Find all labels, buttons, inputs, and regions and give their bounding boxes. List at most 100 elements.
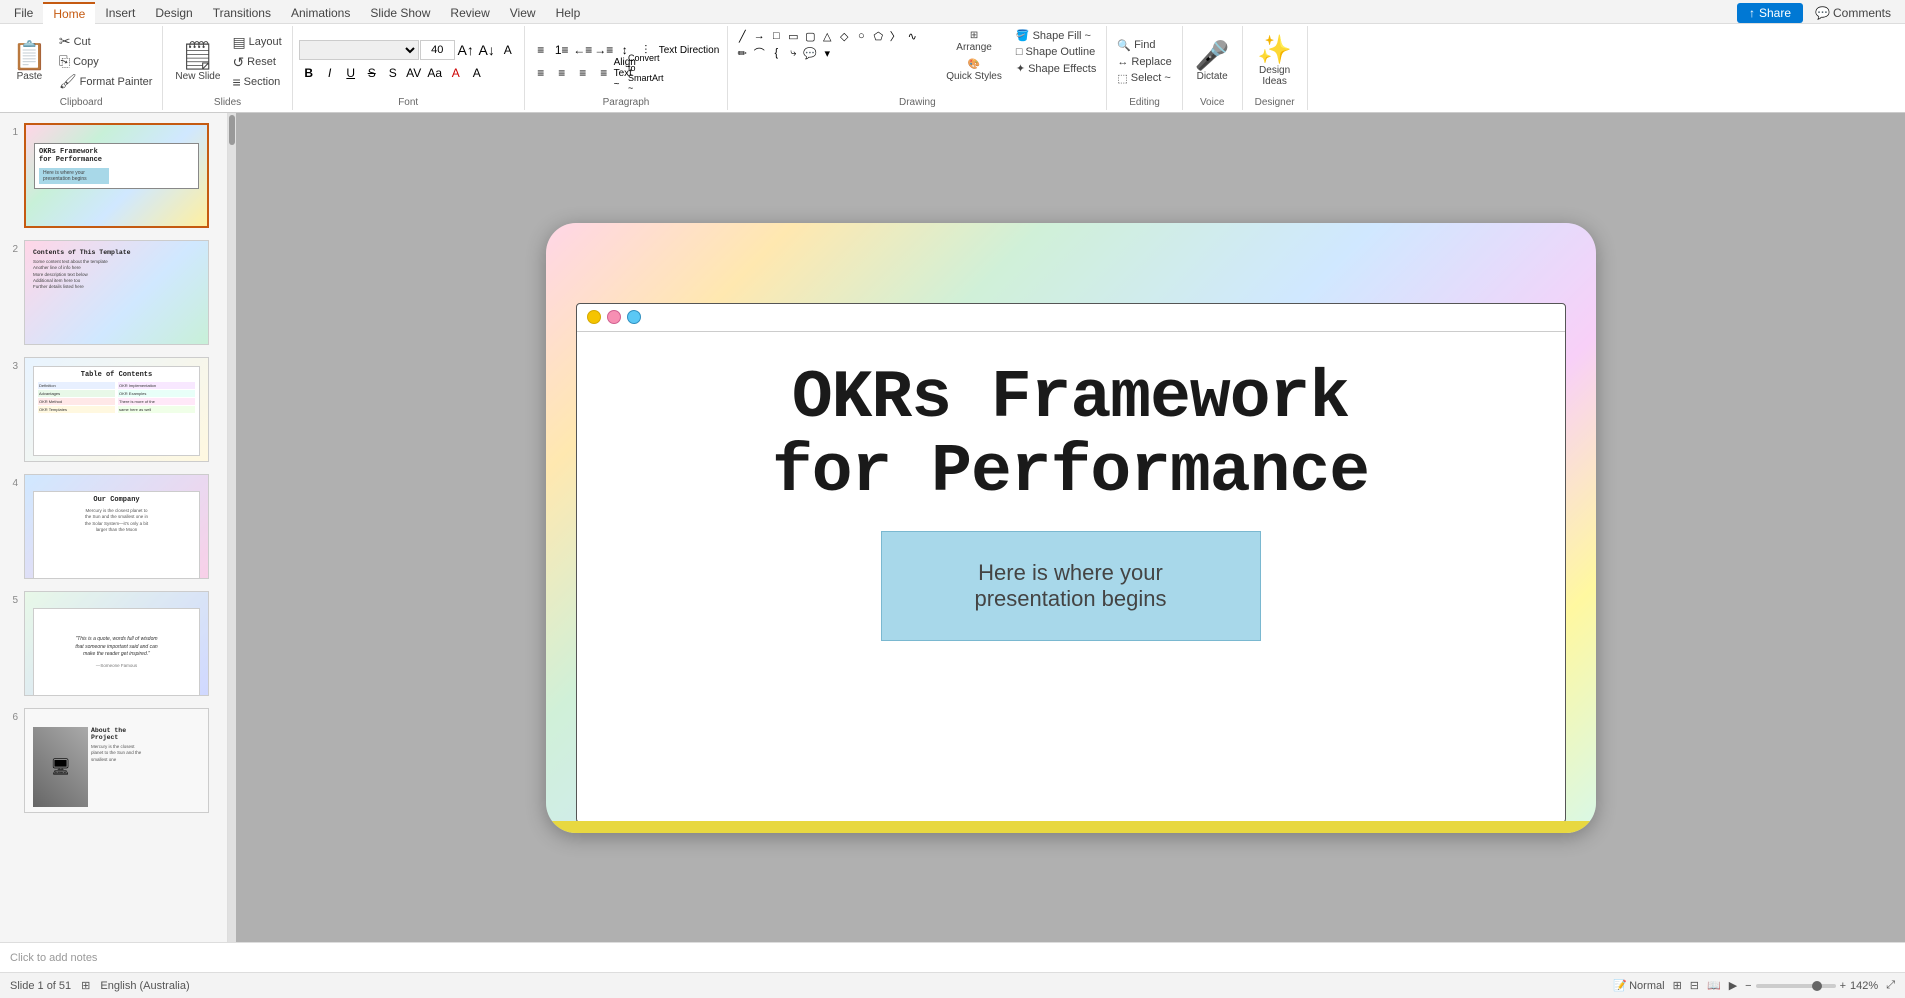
section-button[interactable]: ≡ Section [228, 73, 285, 91]
align-left-button[interactable]: ≡ [531, 63, 551, 83]
tab-file[interactable]: File [4, 2, 43, 24]
slide-4-thumbnail[interactable]: 4 Our Company Mercury is the closest pla… [4, 472, 223, 581]
bold-button[interactable]: B [299, 63, 319, 83]
slide-3-thumbnail[interactable]: 3 Table of Contents Definition Advantage… [4, 355, 223, 464]
bullets-button[interactable]: ≡ [531, 40, 551, 60]
slide-4-image[interactable]: Our Company Mercury is the closest plane… [24, 474, 209, 579]
main-slide-canvas[interactable]: OKRs Framework for Performance Here is w… [546, 223, 1596, 833]
clear-format-button[interactable]: A [498, 40, 518, 60]
font-family-select[interactable] [299, 40, 419, 60]
shape-connector[interactable]: ⤷ [785, 45, 801, 61]
tab-view[interactable]: View [500, 2, 546, 24]
tab-slideshow[interactable]: Slide Show [360, 2, 440, 24]
slide-5-thumbnail[interactable]: 5 "This is a quote, words full of wisdom… [4, 589, 223, 698]
view-normal-button[interactable]: ⊞ [1673, 979, 1682, 992]
shadow-button[interactable]: S [383, 63, 403, 83]
format-painter-button[interactable]: 🖌 Format Painter [55, 72, 157, 91]
shape-arc[interactable]: ⌒ [751, 45, 767, 61]
shape-chevron[interactable]: 〉 [887, 28, 903, 44]
zoom-slider[interactable] [1756, 984, 1836, 988]
increase-font-button[interactable]: A↑ [456, 40, 476, 60]
shape-rect[interactable]: □ [768, 28, 784, 44]
slide-panel-scroll-thumb[interactable] [229, 115, 235, 145]
view-reading-button[interactable]: 📖 [1707, 979, 1721, 992]
shape-freeform[interactable]: ✏ [734, 45, 750, 61]
shape-diamond[interactable]: ◇ [836, 28, 852, 44]
comments-button[interactable]: 💬 Comments [1809, 3, 1897, 23]
justify-button[interactable]: ≡ [594, 63, 614, 83]
text-direction-button[interactable]: Text Direction [657, 43, 722, 58]
find-button[interactable]: 🔍 Find [1113, 38, 1175, 53]
slide-1-image[interactable]: OKRs Frameworkfor Performance Here is wh… [24, 123, 209, 228]
view-slide-sorter-button[interactable]: ⊟ [1690, 979, 1699, 992]
align-right-button[interactable]: ≡ [573, 63, 593, 83]
shape-line[interactable]: ╱ [734, 28, 750, 44]
shape-rect2[interactable]: ▭ [785, 28, 801, 44]
copy-button[interactable]: ⎘ Copy [55, 52, 157, 71]
font-size-input[interactable] [420, 40, 455, 60]
numbering-button[interactable]: 1≡ [552, 40, 572, 60]
slide-3-image[interactable]: Table of Contents Definition Advantages … [24, 357, 209, 462]
notes-area[interactable]: Click to add notes [0, 942, 1905, 972]
strikethrough-button[interactable]: S [362, 63, 382, 83]
shape-effects-button[interactable]: ✦ Shape Effects [1012, 61, 1101, 76]
zoom-in-button[interactable]: + [1840, 980, 1846, 992]
shape-pentagon[interactable]: ⬠ [870, 28, 886, 44]
tab-help[interactable]: Help [546, 2, 591, 24]
arrange-button[interactable]: ⊞ Arrange [942, 28, 1006, 55]
view-slideshow-button[interactable]: ▶ [1729, 979, 1737, 992]
slide-2-image[interactable]: Contents of This Template Some content t… [24, 240, 209, 345]
tab-transitions[interactable]: Transitions [203, 2, 281, 24]
paste-button[interactable]: 📋 Paste [6, 38, 53, 86]
slide-1-thumbnail[interactable]: 1 OKRs Frameworkfor Performance Here is … [4, 121, 223, 230]
design-ideas-button[interactable]: ✨ Design Ideas [1249, 32, 1301, 91]
highlight-button[interactable]: A [467, 63, 487, 83]
shape-brace[interactable]: { [768, 45, 784, 61]
tab-animations[interactable]: Animations [281, 2, 360, 24]
cut-button[interactable]: ✂ Cut [55, 32, 157, 51]
increase-indent-button[interactable]: →≡ [594, 40, 614, 60]
shapes-more[interactable]: ▾ [819, 45, 835, 61]
slide-title[interactable]: OKRs Framework for Performance [772, 362, 1369, 512]
dictate-button[interactable]: 🎤 Dictate [1189, 38, 1236, 86]
new-slide-button[interactable]: 🗒 New Slide [169, 38, 226, 86]
tab-design[interactable]: Design [145, 2, 202, 24]
reset-button[interactable]: ↺ Reset [228, 53, 285, 72]
tab-insert[interactable]: Insert [95, 2, 145, 24]
align-center-button[interactable]: ≡ [552, 63, 572, 83]
quick-styles-button[interactable]: 🎨 Quick Styles [942, 57, 1006, 84]
change-case-button[interactable]: Aa [425, 63, 445, 83]
shape-outline-button[interactable]: □ Shape Outline [1012, 45, 1101, 59]
underline-button[interactable]: U [341, 63, 361, 83]
slide-5-image[interactable]: "This is a quote, words full of wisdom t… [24, 591, 209, 696]
char-spacing-button[interactable]: AV [404, 63, 424, 83]
slide-6-thumbnail[interactable]: 6 🖥 About theProject Mercury is the clos… [4, 706, 223, 815]
notes-button[interactable]: 📝 Normal [1613, 979, 1664, 992]
slide-panel-scrollbar[interactable] [228, 113, 236, 942]
shape-arrow[interactable]: → [751, 28, 767, 44]
tab-review[interactable]: Review [440, 2, 499, 24]
select-button[interactable]: ⬚ Select ~ [1113, 71, 1175, 86]
shape-triangle[interactable]: △ [819, 28, 835, 44]
zoom-out-button[interactable]: − [1745, 980, 1751, 992]
slide-subtitle-box[interactable]: Here is where your presentation begins [881, 531, 1261, 641]
notes-placeholder[interactable]: Click to add notes [10, 952, 97, 964]
share-button[interactable]: ↑ Share [1737, 3, 1803, 23]
tab-home[interactable]: Home [43, 2, 95, 24]
fit-to-window-button[interactable]: ⤢ [1886, 979, 1895, 992]
slide-6-image[interactable]: 🖥 About theProject Mercury is the closes… [24, 708, 209, 813]
italic-button[interactable]: I [320, 63, 340, 83]
shape-callout[interactable]: 💬 [802, 45, 818, 61]
layout-button[interactable]: ▤ Layout [228, 33, 285, 52]
shape-curve[interactable]: ∿ [904, 28, 920, 44]
canvas-area[interactable]: OKRs Framework for Performance Here is w… [236, 113, 1905, 942]
shape-fill-button[interactable]: 🪣 Shape Fill ~ [1012, 28, 1101, 43]
convert-smartart-button[interactable]: Convert to SmartArt ~ [636, 63, 656, 83]
shape-ellipse[interactable]: ○ [853, 28, 869, 44]
decrease-indent-button[interactable]: ←≡ [573, 40, 593, 60]
font-color-button[interactable]: A [446, 63, 466, 83]
decrease-font-button[interactable]: A↓ [477, 40, 497, 60]
replace-button[interactable]: ↔ Replace [1113, 55, 1175, 69]
shape-rounded-rect[interactable]: ▢ [802, 28, 818, 44]
slide-2-thumbnail[interactable]: 2 Contents of This Template Some content… [4, 238, 223, 347]
